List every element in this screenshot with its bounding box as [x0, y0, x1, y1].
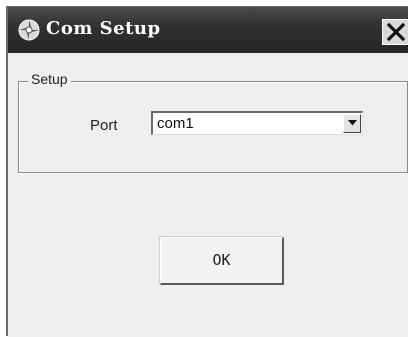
window-title: Com Setup	[46, 18, 161, 39]
port-select[interactable]: com1	[151, 111, 363, 135]
close-icon	[386, 22, 406, 42]
close-button[interactable]	[382, 19, 408, 45]
com-setup-dialog: Com Setup Setup Port com1 OK	[6, 6, 408, 337]
port-label: Port	[90, 117, 118, 134]
dialog-body: Setup Port com1 OK	[8, 53, 408, 337]
port-select-value: com1	[157, 115, 194, 132]
port-dropdown-button[interactable]	[343, 114, 361, 133]
ok-button[interactable]: OK	[160, 237, 284, 285]
setup-group-legend: Setup	[28, 71, 71, 87]
chevron-down-icon	[347, 120, 357, 126]
title-bar[interactable]: Com Setup	[8, 7, 408, 53]
app-icon	[18, 19, 40, 41]
